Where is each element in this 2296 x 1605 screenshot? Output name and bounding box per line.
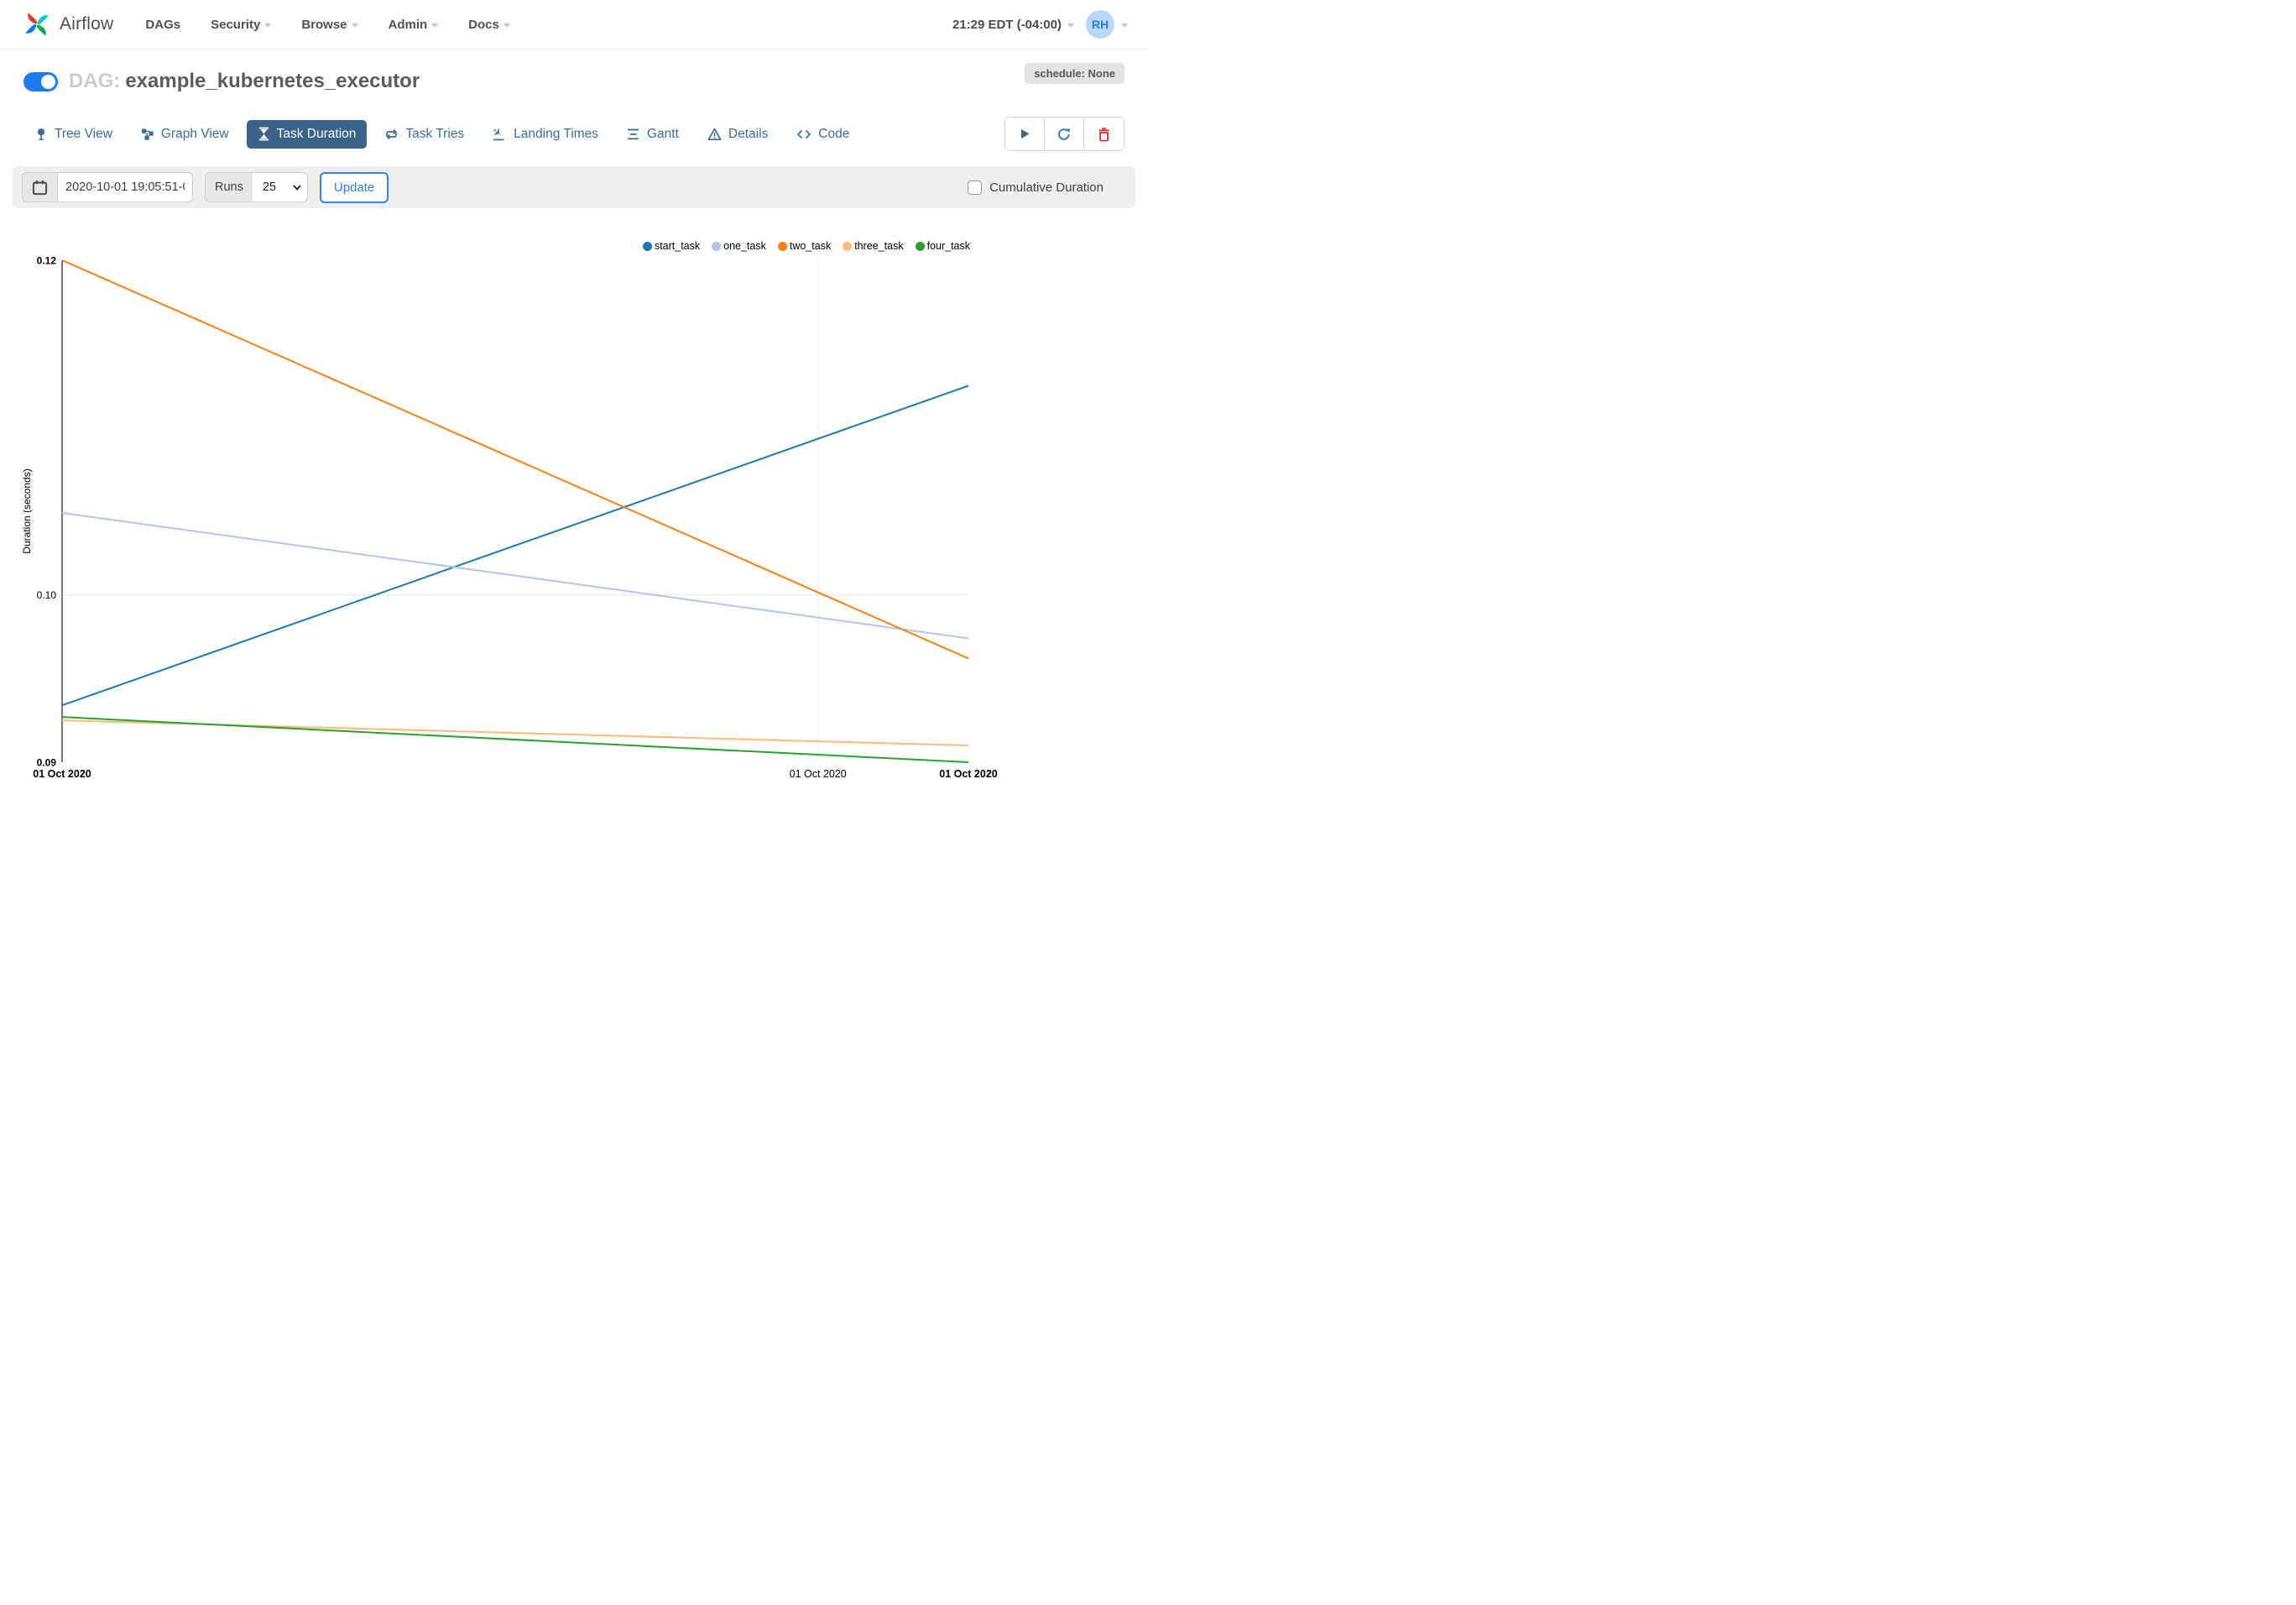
nav-item-docs[interactable]: Docs <box>468 18 510 32</box>
tab-graph-view[interactable]: Graph View <box>130 120 240 149</box>
chevron-down-icon <box>351 23 358 28</box>
dag-header: DAG: example_kubernetes_executor schedule… <box>0 50 1148 112</box>
avatar[interactable]: RH <box>1086 10 1114 39</box>
hourglass-icon <box>258 127 269 141</box>
tab-task-duration[interactable]: Task Duration <box>246 119 368 149</box>
svg-text:✈: ✈ <box>493 128 504 140</box>
code-brackets-icon <box>797 129 811 139</box>
dag-label: DAG: <box>69 70 121 92</box>
tab-tree-view[interactable]: Tree View <box>23 120 123 149</box>
tab-landing-times[interactable]: ✈ Landing Times <box>482 120 609 149</box>
sitemap-icon <box>141 128 154 140</box>
base-date-input[interactable] <box>57 172 193 202</box>
page-title: DAG: example_kubernetes_executor <box>69 70 420 93</box>
calendar-addon[interactable] <box>22 172 57 202</box>
refresh-button[interactable] <box>1045 118 1084 150</box>
dag-view-tabs: Tree View Graph View Task Duration Task … <box>0 112 1148 151</box>
filter-bar: Runs 25 Update Cumulative Duration <box>13 166 1135 208</box>
series-line-two_task <box>61 259 969 660</box>
schedule-badge: schedule: None <box>1025 63 1125 84</box>
x-tick-label: 01 Oct 2020 <box>33 768 91 780</box>
tab-details[interactable]: Details <box>697 120 779 149</box>
chevron-down-icon <box>503 23 510 28</box>
tab-gantt[interactable]: Gantt <box>616 120 690 149</box>
dag-pause-toggle[interactable] <box>23 71 58 91</box>
nav-item-dags[interactable]: DAGs <box>145 18 180 32</box>
runs-label: Runs <box>205 172 253 202</box>
tab-task-tries[interactable]: Task Tries <box>373 120 475 149</box>
y-tick-label: 0.12 <box>37 255 57 267</box>
nav-menus: DAGs Security Browse Admin Docs <box>145 18 510 32</box>
gantt-bars-icon <box>627 128 639 139</box>
nav-item-browse[interactable]: Browse <box>301 18 358 32</box>
y-tick-label: 0.10 <box>37 589 57 601</box>
chevron-down-icon <box>1121 23 1128 28</box>
chevron-down-icon <box>1067 23 1074 28</box>
dag-name: example_kubernetes_executor <box>125 70 420 92</box>
duration-line-chart: 0.120.100.0901 Oct 2020 01 Oct 2020 01 Oct… <box>21 255 998 781</box>
play-icon <box>1021 129 1030 139</box>
series-line-start_task <box>61 384 969 707</box>
delete-dag-button[interactable] <box>1084 118 1124 150</box>
num-runs-select[interactable]: 25 <box>252 172 308 202</box>
update-button[interactable]: Update <box>319 171 389 203</box>
brand-name: Airflow <box>60 14 114 34</box>
airflow-brand[interactable]: Airflow <box>22 9 113 39</box>
series-line-four_task <box>61 716 969 763</box>
y-axis-title: Duration (seconds) <box>21 468 33 553</box>
airflow-pinwheel-icon <box>25 13 49 36</box>
cumulative-duration-option: Cumulative Duration <box>968 180 1104 195</box>
trigger-dag-button[interactable] <box>1005 118 1045 150</box>
dag-action-buttons <box>1004 117 1125 151</box>
y-tick-label: 0.09 <box>37 757 57 769</box>
nav-item-admin[interactable]: Admin <box>389 18 439 32</box>
trash-icon <box>1098 127 1109 141</box>
series-line-one_task <box>61 512 969 640</box>
plane-landing-icon: ✈ <box>493 128 504 140</box>
tab-code[interactable]: Code <box>785 120 860 149</box>
nav-item-security[interactable]: Security <box>211 18 272 32</box>
chevron-down-icon <box>264 23 272 28</box>
user-menu[interactable]: RH <box>1086 10 1128 39</box>
clock-dropdown[interactable]: 21:29 EDT (-04:00) <box>952 18 1074 32</box>
calendar-icon <box>32 180 48 195</box>
refresh-icon <box>1057 128 1071 140</box>
repeat-icon <box>386 128 398 139</box>
x-tick-label: 01 Oct 2020 <box>939 768 998 780</box>
cumulative-duration-label: Cumulative Duration <box>989 180 1104 195</box>
toggle-knob <box>41 74 55 89</box>
top-navbar: Airflow DAGs Security Browse Admin Docs … <box>0 0 1148 50</box>
cumulative-duration-checkbox[interactable] <box>968 180 983 195</box>
task-duration-chart: start_task one_task two_task three_task four… <box>0 210 1148 797</box>
warning-triangle-icon <box>707 128 722 140</box>
chevron-down-icon <box>431 23 439 28</box>
pin-icon <box>37 128 45 140</box>
x-tick-label: 01 Oct 2020 <box>790 768 847 780</box>
